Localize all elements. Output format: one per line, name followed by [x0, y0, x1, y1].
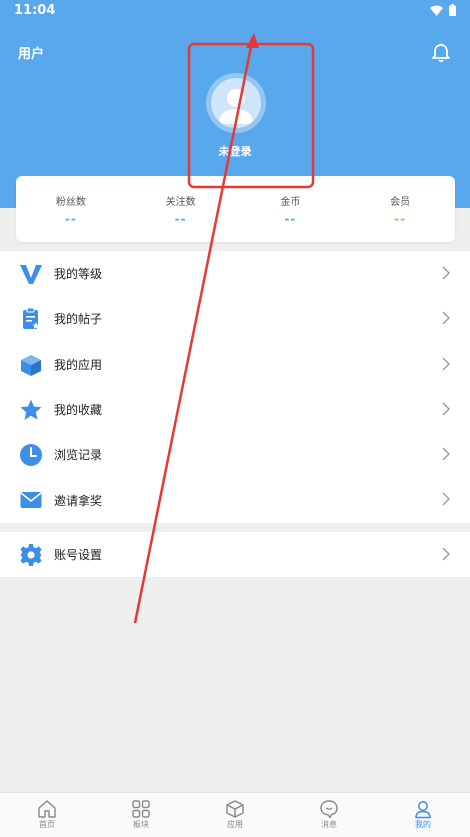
settings-section: 账号设置	[0, 532, 470, 577]
menu-item-account-settings[interactable]: 账号设置	[0, 532, 470, 577]
tab-mine[interactable]: 我的	[376, 793, 470, 837]
cube-icon	[21, 354, 41, 376]
home-icon	[38, 800, 56, 818]
stat-label: 粉丝数	[55, 197, 86, 208]
stat-coins[interactable]: 金币 --	[236, 176, 346, 242]
chevron-right-icon	[442, 266, 450, 280]
tab-home[interactable]: 首页	[0, 793, 94, 837]
bottom-tab-bar: 首页 板块 应用 消息 我的	[0, 792, 470, 837]
stat-value: --	[394, 212, 407, 226]
tab-label: 应用	[227, 820, 243, 829]
stat-label: 关注数	[165, 197, 196, 208]
grid-icon	[132, 800, 150, 818]
chevron-right-icon	[442, 357, 450, 371]
default-user-icon	[219, 89, 253, 124]
menu-item-label: 我的收藏	[54, 403, 103, 418]
tab-label: 我的	[415, 820, 431, 829]
user-icon	[415, 801, 431, 819]
menu-item-apps[interactable]: 我的应用	[0, 342, 470, 387]
stat-label: 会员	[390, 197, 411, 208]
clipboard-icon	[23, 307, 40, 330]
battery-icon	[449, 4, 456, 16]
tab-sections[interactable]: 板块	[94, 793, 188, 837]
chevron-right-icon	[442, 447, 450, 461]
box-icon	[226, 800, 244, 818]
stat-value: --	[174, 212, 187, 226]
stat-value: --	[284, 212, 297, 226]
menu-item-label: 账号设置	[54, 548, 103, 563]
avatar-image	[211, 78, 261, 128]
status-time: 11:04	[14, 3, 56, 18]
v-level-icon	[20, 265, 42, 284]
wifi-icon	[430, 5, 443, 16]
tab-label: 板块	[133, 820, 149, 829]
menu-item-label: 浏览记录	[54, 448, 103, 463]
bell-icon[interactable]	[430, 42, 452, 64]
status-bar: 11:04	[0, 0, 470, 22]
menu-item-label: 我的应用	[54, 357, 103, 372]
menu-item-level[interactable]: 我的等级	[0, 251, 470, 296]
stat-following[interactable]: 关注数 --	[126, 176, 236, 242]
menu-item-label: 我的帖子	[54, 312, 103, 327]
stats-card: 粉丝数 -- 关注数 -- 金币 -- 会员 --	[16, 176, 455, 242]
gear-icon	[20, 544, 42, 566]
chevron-right-icon	[442, 547, 450, 561]
chat-icon	[320, 800, 338, 819]
stat-fans[interactable]: 粉丝数 --	[16, 176, 126, 242]
tab-messages[interactable]: 消息	[282, 793, 376, 837]
stat-membership[interactable]: 会员 --	[345, 176, 455, 242]
chevron-right-icon	[442, 402, 450, 416]
clock-icon	[20, 444, 42, 467]
menu-item-history[interactable]: 浏览记录	[0, 432, 470, 477]
login-status[interactable]: 未登录	[0, 143, 470, 159]
menu-list: 我的等级 我的帖子 我的应用 我的收藏 浏览记录 邀请拿奖	[0, 251, 470, 523]
star-icon	[20, 399, 42, 420]
tab-label: 首页	[39, 820, 55, 829]
stat-value: --	[64, 212, 77, 226]
menu-item-invite[interactable]: 邀请拿奖	[0, 477, 470, 522]
menu-item-favorites[interactable]: 我的收藏	[0, 387, 470, 432]
chevron-right-icon	[442, 492, 450, 506]
envelope-icon	[20, 492, 42, 509]
status-icons	[430, 4, 456, 16]
tab-label: 消息	[321, 820, 337, 829]
menu-item-label: 我的等级	[54, 267, 103, 282]
menu-item-posts[interactable]: 我的帖子	[0, 296, 470, 341]
page-title: 用户	[18, 47, 45, 62]
avatar[interactable]	[206, 73, 266, 133]
tab-apps[interactable]: 应用	[188, 793, 282, 837]
stat-label: 金币	[280, 197, 301, 208]
menu-item-label: 邀请拿奖	[54, 493, 103, 508]
chevron-right-icon	[442, 311, 450, 325]
